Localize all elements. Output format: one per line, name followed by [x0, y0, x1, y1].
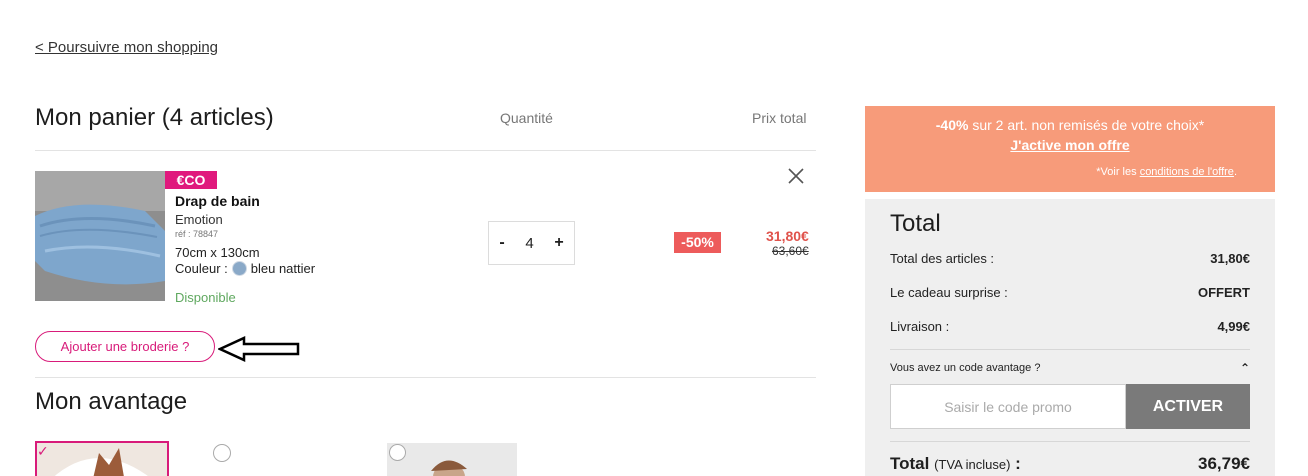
- summary-title: Total: [890, 210, 941, 237]
- product-name[interactable]: Drap de bain: [175, 193, 260, 209]
- product-reference: réf : 78847: [175, 229, 219, 239]
- left-arrow-icon: [218, 336, 300, 362]
- promo-terms: *Voir les conditions de l'offre.: [1096, 166, 1237, 178]
- price-original: 63,60€: [772, 244, 809, 258]
- promo-banner: -40% sur 2 art. non remisés de votre cho…: [865, 106, 1275, 192]
- decrease-quantity-button[interactable]: -: [499, 234, 504, 252]
- summary-total: Total (TVA incluse) : 36,79€: [890, 454, 1250, 473]
- activate-offer-link[interactable]: J'active mon offre: [865, 137, 1275, 153]
- availability-status: Disponible: [175, 290, 236, 305]
- product-brand: Emotion: [175, 212, 223, 227]
- promo-code-toggle[interactable]: Vous avez un code avantage ? ⌃: [890, 361, 1250, 375]
- activate-code-button[interactable]: ACTIVER: [1126, 384, 1250, 429]
- summary-row-gift: Le cadeau surprise : OFFERT: [890, 285, 1250, 300]
- cart-title: Mon panier (4 articles): [35, 104, 274, 131]
- advantage-option-1[interactable]: [35, 441, 169, 476]
- eco-badge: €CO: [165, 171, 217, 189]
- quantity-stepper: - 4 +: [488, 221, 575, 265]
- advantage-option-3[interactable]: [387, 443, 517, 476]
- divider: [35, 150, 816, 151]
- product-color: Couleur : bleu nattier: [175, 261, 315, 276]
- advantage-title: Mon avantage: [35, 388, 188, 415]
- increase-quantity-button[interactable]: +: [554, 234, 563, 252]
- gift-image: [387, 443, 517, 476]
- total-price-column-header: Prix total: [752, 110, 807, 126]
- advantage-option-2-radio[interactable]: [213, 444, 231, 462]
- color-value: bleu nattier: [250, 261, 316, 276]
- total-value: 36,79€: [1198, 454, 1250, 473]
- divider: [890, 349, 1250, 350]
- divider: [35, 377, 816, 378]
- discount-badge: -50%: [674, 232, 721, 253]
- product-size: 70cm x 130cm: [175, 245, 260, 260]
- towel-image: [35, 171, 165, 301]
- selected-check-icon: ✓: [37, 443, 49, 459]
- gift-image: [37, 443, 167, 476]
- advantage-option-3-radio[interactable]: [389, 444, 406, 461]
- offer-conditions-link[interactable]: conditions de l'offre: [1140, 166, 1234, 178]
- quantity-value[interactable]: 4: [525, 235, 533, 252]
- promo-code-input[interactable]: [890, 384, 1126, 429]
- quantity-column-header: Quantité: [500, 110, 553, 126]
- color-swatch: [231, 261, 247, 276]
- summary-row-items: Total des articles :31,80€: [890, 251, 1250, 266]
- continue-shopping-link[interactable]: < Poursuivre mon shopping: [35, 39, 218, 56]
- price-discounted: 31,80€: [766, 228, 809, 244]
- divider: [890, 441, 1250, 442]
- product-image[interactable]: [35, 171, 165, 301]
- color-label: Couleur :: [175, 261, 228, 276]
- add-embroidery-button[interactable]: Ajouter une broderie ?: [35, 331, 215, 362]
- chevron-up-icon[interactable]: ⌃: [1240, 361, 1250, 375]
- promo-text: -40% sur 2 art. non remisés de votre cho…: [935, 117, 1205, 133]
- remove-item-close-icon[interactable]: [786, 166, 806, 186]
- summary-row-shipping: Livraison :4,99€: [890, 319, 1250, 334]
- order-summary: Total Total des articles :31,80€ Le cade…: [865, 199, 1275, 476]
